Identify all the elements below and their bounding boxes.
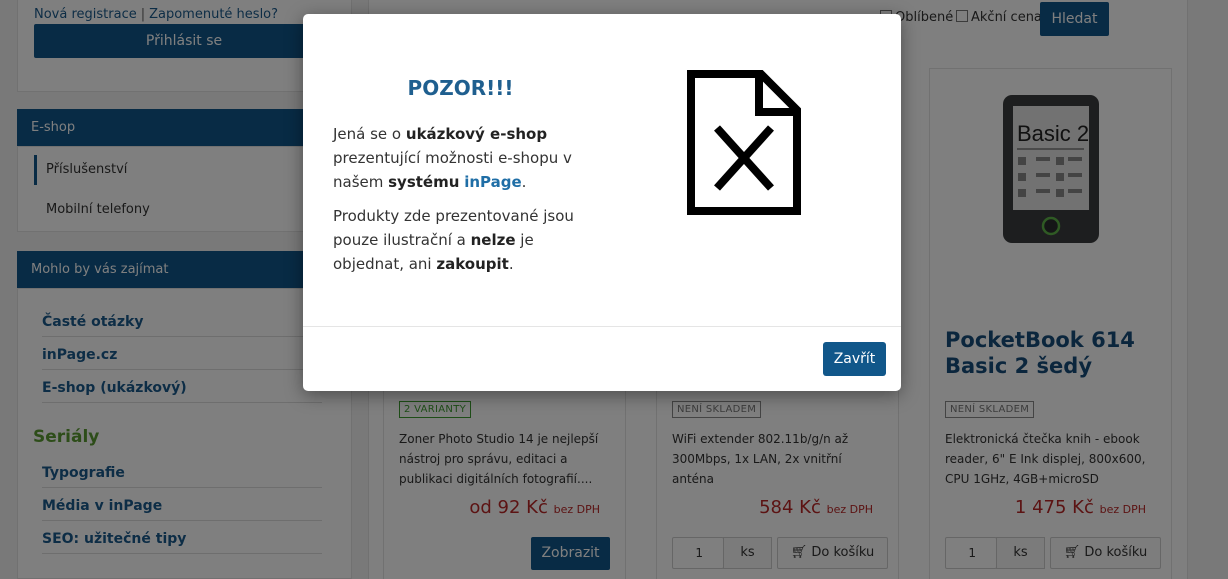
modal-paragraph-1: Jená se o ukázkový e-shop prezentující m… xyxy=(333,122,593,194)
modal-paragraph-2: Produkty zde prezentované jsou pouze ilu… xyxy=(333,204,593,276)
text-emphasis: ukázkový e-shop xyxy=(405,125,548,143)
modal-title: POZOR!!! xyxy=(407,76,514,100)
document-x-icon xyxy=(687,70,801,215)
text-emphasis: systému xyxy=(388,173,460,191)
text-fragment: Jená se o xyxy=(333,125,406,143)
modal-divider xyxy=(303,326,901,327)
text-emphasis: nelze xyxy=(470,231,516,249)
text-fragment: Produkty zde prezentované jsou pouze ilu… xyxy=(333,207,574,249)
text-fragment: . xyxy=(508,255,514,273)
notice-modal: POZOR!!! Jená se o ukázkový e-shop preze… xyxy=(303,14,901,391)
text-emphasis: zakoupit xyxy=(436,255,509,273)
brand-name: inPage xyxy=(464,173,522,191)
modal-text: Jená se o ukázkový e-shop prezentující m… xyxy=(333,122,593,286)
close-button[interactable]: Zavřít xyxy=(823,342,886,376)
text-fragment: . xyxy=(521,173,527,191)
